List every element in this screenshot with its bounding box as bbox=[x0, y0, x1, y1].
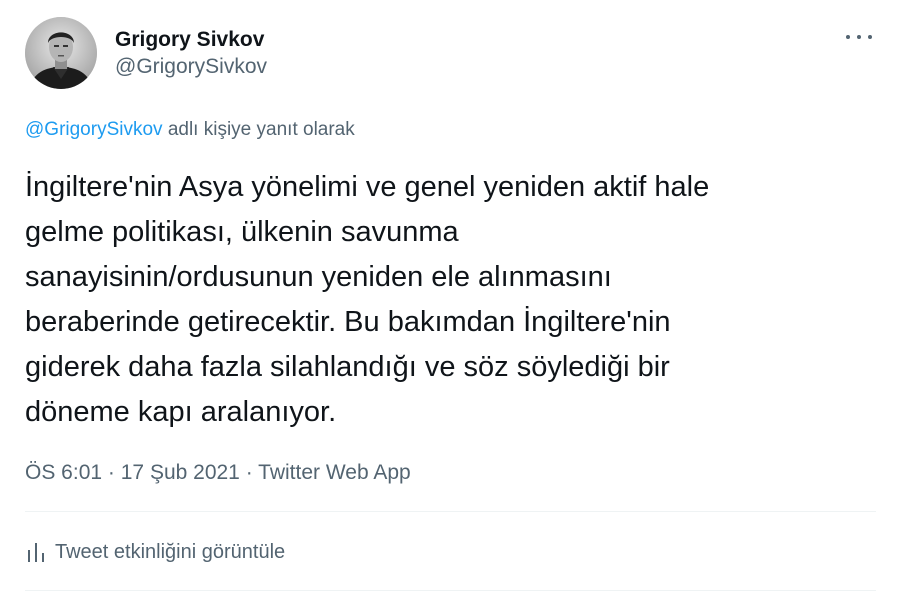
tweet-source-link[interactable]: Twitter Web App bbox=[258, 461, 411, 484]
view-tweet-activity-button[interactable]: Tweet etkinliğini görüntüle bbox=[27, 538, 285, 566]
reply-to-handle-link[interactable]: @GrigorySivkov bbox=[25, 119, 163, 140]
user-handle[interactable]: @GrigorySivkov bbox=[115, 53, 267, 81]
tweet-text-line: İngiltere'nin Asya yönelimi ve genel yen… bbox=[25, 171, 710, 203]
tweet-text-line: giderek daha fazla silahlandığı ve söz s… bbox=[25, 351, 670, 383]
more-dots-icon bbox=[868, 35, 872, 39]
reply-context: @GrigorySivkov adlı kişiye yanıt olarak bbox=[25, 116, 355, 144]
tweet-text-line: beraberinde getirecektir. Bu bakımdan İn… bbox=[25, 306, 671, 338]
tweet-text-line: sanayisinin/ordusunun yeniden ele alınma… bbox=[25, 261, 612, 293]
meta-separator: · bbox=[107, 461, 115, 484]
more-dots-icon bbox=[857, 35, 861, 39]
divider bbox=[25, 590, 876, 591]
reply-to-suffix: adlı kişiye yanıt olarak bbox=[167, 119, 355, 140]
meta-separator: · bbox=[245, 461, 253, 484]
divider bbox=[25, 511, 876, 512]
user-block: Grigory Sivkov @GrigorySivkov bbox=[115, 27, 267, 81]
tweet-text: İngiltere'nin Asya yönelimi ve genel yen… bbox=[25, 165, 855, 435]
avatar-photo bbox=[25, 17, 97, 89]
tweet-header: Grigory Sivkov @GrigorySivkov bbox=[25, 17, 876, 89]
tweet-time-link[interactable]: ÖS 6:01 bbox=[25, 461, 102, 484]
tweet-meta: ÖS 6:01 · 17 Şub 2021 · Twitter Web App bbox=[25, 458, 411, 488]
tweet-date-link[interactable]: 17 Şub 2021 bbox=[121, 461, 240, 484]
view-tweet-activity-label: Tweet etkinliğini görüntüle bbox=[55, 540, 286, 563]
display-name[interactable]: Grigory Sivkov bbox=[115, 27, 267, 53]
analytics-bars-icon bbox=[28, 543, 44, 562]
tweet-text-line: gelme politikası, ülkenin savunma bbox=[25, 216, 459, 248]
tweet-text-line: döneme kapı aralanıyor. bbox=[25, 396, 337, 428]
avatar[interactable] bbox=[25, 17, 97, 89]
more-options-button[interactable] bbox=[846, 31, 872, 43]
more-dots-icon bbox=[846, 35, 850, 39]
